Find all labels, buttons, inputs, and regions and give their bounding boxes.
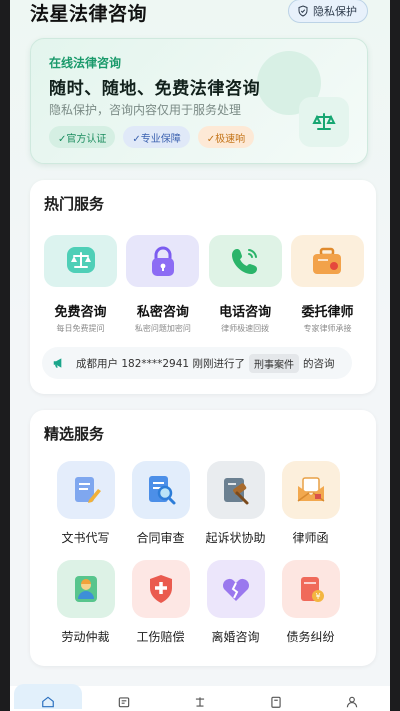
ticker-prefix: 成都用户 182****2941 刚刚进行了 (76, 357, 245, 370)
header: 法星法律咨询 隐私保护 (10, 0, 390, 26)
shield-check-icon (298, 5, 308, 17)
tag-fast: ✓极速响 (197, 126, 255, 148)
feature-name: 起诉状协助 (205, 531, 266, 545)
hero-banner[interactable]: 在线法律咨询 随时、随地、免费法律咨询 隐私保护，咨询内容仅用于服务处理 ✓官方… (30, 38, 368, 164)
feature-name: 文书代写 (61, 531, 110, 545)
feature-name: 债务纠纷 (286, 630, 335, 644)
feature-name: 离婚咨询 (211, 630, 260, 644)
feature-document-writing[interactable]: 文书代写 (48, 461, 123, 546)
tag-professional: ✓专业保障 (123, 126, 190, 148)
feature-icon-box (281, 461, 340, 519)
megaphone-icon (53, 358, 62, 368)
hot-icon-box (126, 235, 200, 287)
app-title: 法星法律咨询 (30, 3, 148, 25)
hero-icon-box (299, 97, 349, 147)
feature-icon-box (56, 560, 115, 618)
medical-shield-icon (149, 575, 172, 603)
nav-home[interactable] (14, 684, 82, 709)
feature-lawsuit-assist[interactable]: 起诉状协助 (198, 461, 273, 546)
app-screen: 法星法律咨询 隐私保护 在线法律咨询 随时、随地、免费法律咨询 隐私保护，咨询内… (10, 0, 390, 711)
nav-profile[interactable] (318, 684, 386, 709)
scales-icon (195, 697, 205, 707)
service-desc: 每日免费提问 (56, 324, 105, 333)
hot-services-title: 热门服务 (44, 195, 105, 213)
home-icon (42, 696, 54, 708)
broken-heart-icon (222, 578, 249, 601)
envelope-icon (297, 477, 324, 502)
nav-document[interactable] (242, 684, 310, 709)
privacy-button[interactable]: 隐私保护 (288, 0, 368, 23)
featured-services-grid: 文书代写 合同审查 起诉状协助 律师函 劳动仲裁 工伤赔偿 离婚咨询 ¥ 债务纠… (48, 461, 348, 645)
document-search-icon (148, 476, 175, 505)
service-name: 委托律师 (301, 305, 354, 320)
ticker-case-type: 刑事案件 (248, 353, 299, 373)
feature-name: 劳动仲裁 (61, 630, 110, 644)
service-name: 免费咨询 (54, 305, 107, 320)
document-icon (271, 696, 281, 708)
scales-icon (66, 247, 95, 273)
service-private-consult[interactable]: 私密咨询 私密问题加密问 (126, 235, 200, 334)
feature-icon-box (206, 560, 265, 618)
hot-services-card: 热门服务 免费咨询 每日免费提问 私密咨询 私密问题加密问 电话咨询 律师极速回… (30, 180, 376, 394)
feature-lawyer-letter[interactable]: 律师函 (273, 461, 348, 546)
feature-debt-dispute[interactable]: ¥ 债务纠纷 (273, 560, 348, 645)
feature-icon-box (56, 461, 115, 519)
service-hire-lawyer[interactable]: 委托律师 专家律师承接 (290, 235, 364, 334)
hero-subtitle: 在线法律咨询 (49, 56, 122, 70)
nav-consult[interactable] (166, 684, 234, 709)
service-desc: 律师极速回拨 (221, 324, 270, 333)
nav-list[interactable] (90, 684, 158, 709)
service-name: 电话咨询 (219, 305, 272, 320)
feature-name: 合同审查 (136, 531, 185, 545)
lock-icon (151, 246, 174, 276)
feature-name: 律师函 (292, 531, 329, 545)
featured-services-title: 精选服务 (44, 425, 105, 443)
feature-icon-box: ¥ (281, 560, 340, 618)
hero-tags: ✓官方认证 ✓专业保障 ✓极速响 (49, 126, 255, 148)
phone-icon (232, 249, 258, 274)
user-icon (346, 696, 358, 708)
briefcase-icon (313, 247, 342, 274)
feature-injury-compensation[interactable]: 工伤赔偿 (123, 560, 198, 645)
feature-labor-arbitration[interactable]: 劳动仲裁 (48, 560, 123, 645)
scales-icon (312, 113, 336, 130)
consult-ticker[interactable]: 成都用户 182****2941 刚刚进行了 刑事案件 的咨询 (42, 347, 352, 379)
hot-icon-box (44, 235, 117, 287)
tag-official: ✓官方认证 (49, 126, 116, 148)
feature-icon-box (131, 461, 190, 519)
document-pen-icon (74, 477, 101, 503)
hot-icon-box (208, 235, 282, 287)
featured-services-card: 精选服务 文书代写 合同审查 起诉状协助 律师函 劳动仲裁 工伤赔偿 离婚咨询 … (30, 410, 376, 666)
list-icon (118, 697, 130, 708)
feature-divorce-consult[interactable]: 离婚咨询 (198, 560, 273, 645)
hot-icon-box (290, 235, 364, 287)
worker-icon (74, 576, 97, 602)
feature-name: 工伤赔偿 (136, 630, 185, 644)
feature-icon-box (206, 461, 265, 519)
hot-services-grid: 免费咨询 每日免费提问 私密咨询 私密问题加密问 电话咨询 律师极速回拨 委托律… (44, 235, 364, 334)
feature-icon-box (131, 560, 190, 618)
service-desc: 专家律师承接 (303, 324, 352, 333)
gavel-icon (223, 478, 248, 505)
hero-description: 隐私保护，咨询内容仅用于服务处理 (49, 103, 242, 117)
feature-contract-review[interactable]: 合同审查 (123, 461, 198, 546)
svg-text:¥: ¥ (315, 592, 320, 601)
ticker-suffix: 的咨询 (302, 357, 335, 370)
service-free-consult[interactable]: 免费咨询 每日免费提问 (44, 235, 117, 334)
hero-title: 随时、随地、免费法律咨询 (49, 79, 261, 99)
service-name: 私密咨询 (136, 305, 189, 320)
money-bag-icon: ¥ (300, 577, 324, 602)
bottom-nav (10, 684, 390, 711)
service-phone-consult[interactable]: 电话咨询 律师极速回拨 (208, 235, 282, 334)
privacy-button-label: 隐私保护 (313, 5, 357, 18)
service-desc: 私密问题加密问 (134, 324, 191, 333)
